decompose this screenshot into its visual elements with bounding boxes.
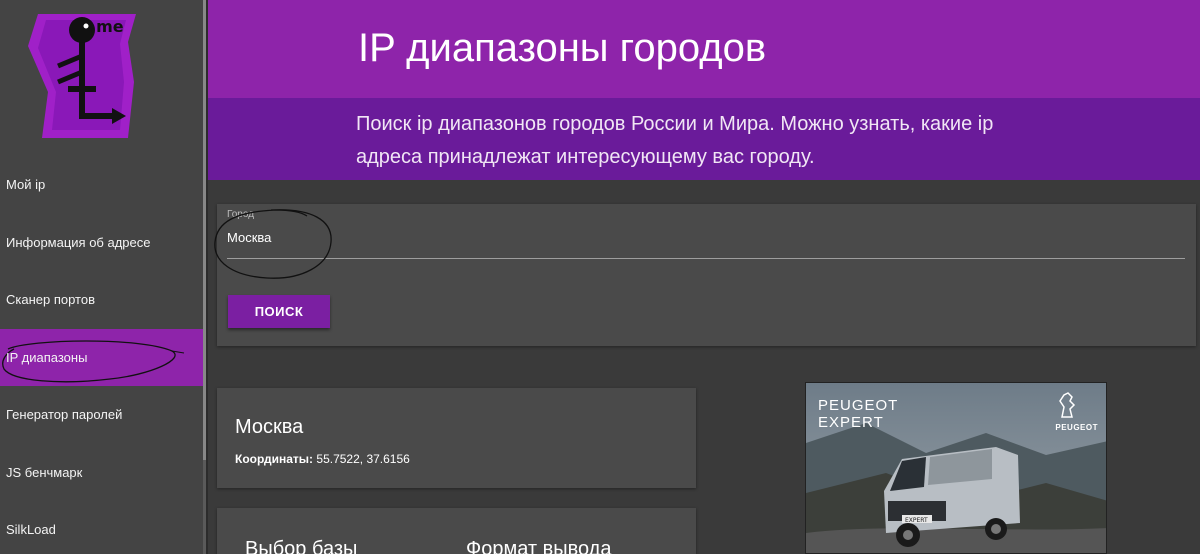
sidebar-item-label: Сканер портов <box>6 292 96 307</box>
sidebar-item-label: Генератор паролей <box>6 407 123 422</box>
result-coordinates: Координаты: 55.7522, 37.6156 <box>235 452 410 466</box>
page-title: IP диапазоны городов <box>358 26 767 70</box>
site-logo[interactable]: .me <box>24 12 140 140</box>
search-card: Город Москва ПОИСК <box>214 204 1196 346</box>
sidebar-item-my-ip[interactable]: Мой ip <box>0 156 205 213</box>
options-card: Выбор базы Формат вывода <box>217 508 696 554</box>
sidebar-item-silkload[interactable]: SilkLoad <box>0 501 205 554</box>
page-subtitle: Поиск ip диапазонов городов России и Мир… <box>356 113 994 168</box>
sidebar-item-label: SilkLoad <box>6 522 56 537</box>
logo-text: .me <box>90 17 124 36</box>
sidebar-item-js-benchmark[interactable]: JS бенчмарк <box>0 444 205 501</box>
result-city-name: Москва <box>235 416 304 438</box>
van-plate-text: EXPERT <box>905 517 928 524</box>
coordinates-value: 55.7522, 37.6156 <box>313 452 410 466</box>
sidebar: .me Мой ip Информация об адресе Сканер п… <box>0 0 205 554</box>
city-input-underline <box>227 258 1185 259</box>
database-select-heading: Выбор базы <box>245 538 358 554</box>
peugeot-lion-icon <box>1059 392 1076 418</box>
page-header: IP диапазоны городов <box>208 0 1200 98</box>
ad-headline: PEUGEOT EXPERT <box>818 397 898 431</box>
sidebar-item-address-info[interactable]: Информация об адресе <box>0 214 205 271</box>
ad-logo-text: PEUGEOT <box>1055 423 1098 432</box>
sidebar-item-label: Информация об адресе <box>6 235 151 250</box>
sidebar-item-label: Мой ip <box>6 177 46 192</box>
sidebar-item-port-scanner[interactable]: Сканер портов <box>0 271 205 328</box>
sidebar-item-password-generator[interactable]: Генератор паролей <box>0 386 205 443</box>
output-format-heading: Формат вывода <box>466 538 612 554</box>
advertisement-banner[interactable]: EXPERT PEUGEOT EXPERT PEUGEOT <box>805 382 1107 554</box>
ad-brand-line2: EXPERT <box>818 414 884 431</box>
sidebar-item-label: JS бенчмарк <box>6 465 83 480</box>
ad-brand-line1: PEUGEOT <box>818 397 899 414</box>
page-header-description: Поиск ip диапазонов городов России и Мир… <box>208 98 1200 180</box>
sidebar-item-label: IP диапазоны <box>6 350 88 365</box>
search-button[interactable]: ПОИСК <box>228 295 330 328</box>
result-card: Москва Координаты: 55.7522, 37.6156 <box>217 388 696 488</box>
coordinates-label: Координаты: <box>235 452 314 466</box>
sidebar-item-ip-ranges[interactable]: IP диапазоны <box>0 329 205 386</box>
sidebar-scrollbar-thumb[interactable] <box>203 0 206 460</box>
hand-drawn-ellipse <box>214 209 332 279</box>
